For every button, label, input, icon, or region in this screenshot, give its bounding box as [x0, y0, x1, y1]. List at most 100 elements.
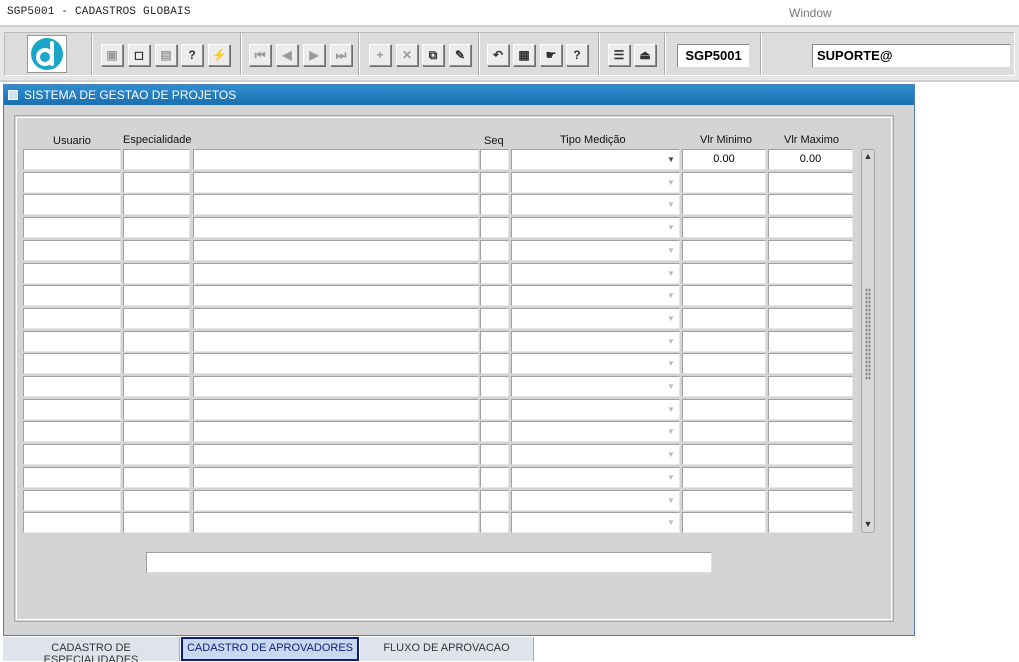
seq-field[interactable]: [480, 353, 509, 375]
grid-scrollbar[interactable]: ▲ ▼: [861, 149, 875, 533]
seq-field[interactable]: [480, 376, 509, 397]
especialidade-field[interactable]: [123, 239, 190, 261]
scroll-down-icon[interactable]: ▼: [862, 519, 874, 531]
vlr-minimo-field[interactable]: [682, 489, 766, 511]
especialidade-field[interactable]: [123, 489, 190, 511]
seq-field[interactable]: [480, 171, 509, 193]
vlr-maximo-field[interactable]: [768, 353, 853, 375]
chevron-down-icon[interactable]: ▼: [664, 242, 678, 259]
tipo-medicao-select[interactable]: ▼: [511, 262, 680, 284]
tab-fluxo-aprovacao[interactable]: FLUXO DE APROVACAO: [360, 637, 534, 661]
vlr-maximo-field[interactable]: [768, 285, 853, 307]
seq-field[interactable]: [480, 194, 509, 216]
tipo-medicao-select[interactable]: ▼: [511, 330, 680, 352]
seq-field[interactable]: [480, 239, 509, 261]
chevron-down-icon[interactable]: ▼: [664, 446, 678, 463]
list-values-button[interactable]: ☛: [540, 44, 562, 66]
tipo-medicao-select[interactable]: ▼: [511, 307, 680, 329]
usuario-field[interactable]: [23, 217, 121, 239]
vlr-maximo-field[interactable]: [768, 217, 853, 239]
vlr-maximo-field[interactable]: [768, 466, 853, 488]
help-button[interactable]: ?: [566, 44, 588, 66]
usuario-field[interactable]: [23, 512, 121, 534]
especialidade-field[interactable]: [123, 149, 190, 170]
scroll-thumb[interactable]: [865, 288, 871, 380]
seq-field[interactable]: [480, 217, 509, 239]
chevron-down-icon[interactable]: ▼: [664, 265, 678, 282]
chevron-down-icon[interactable]: ▼: [664, 151, 678, 168]
vlr-minimo-field[interactable]: 0.00: [682, 149, 766, 170]
scroll-up-icon[interactable]: ▲: [862, 151, 874, 163]
vlr-minimo-field[interactable]: [682, 444, 766, 466]
usuario-field[interactable]: [23, 398, 121, 420]
usuario-field[interactable]: [23, 376, 121, 397]
especialidade-field[interactable]: [123, 171, 190, 193]
chevron-down-icon[interactable]: ▼: [664, 423, 678, 440]
vlr-maximo-field[interactable]: [768, 444, 853, 466]
descricao-field[interactable]: [193, 330, 479, 352]
chevron-down-icon[interactable]: ▼: [664, 378, 678, 395]
chevron-down-icon[interactable]: ▼: [664, 401, 678, 418]
descricao-field[interactable]: [193, 398, 479, 420]
vlr-maximo-field[interactable]: [768, 398, 853, 420]
insert-record-button[interactable]: +: [369, 44, 391, 66]
vlr-minimo-field[interactable]: [682, 466, 766, 488]
usuario-field[interactable]: [23, 330, 121, 352]
next-record-button[interactable]: ▶: [303, 44, 325, 66]
menu-button[interactable]: ☰: [608, 44, 630, 66]
first-record-button[interactable]: ⏮: [249, 44, 271, 66]
usuario-field[interactable]: [23, 262, 121, 284]
tipo-medicao-select[interactable]: ▼: [511, 398, 680, 420]
chevron-down-icon[interactable]: ▼: [664, 355, 678, 372]
chevron-down-icon[interactable]: ▼: [664, 196, 678, 213]
duplicate-record-button[interactable]: ⧉: [422, 44, 444, 66]
delete-record-button[interactable]: ✕: [396, 44, 418, 66]
seq-field[interactable]: [480, 421, 509, 443]
save-button[interactable]: ▣: [101, 44, 123, 66]
tipo-medicao-select[interactable]: ▼: [511, 466, 680, 488]
descricao-field[interactable]: [193, 149, 479, 170]
descricao-field[interactable]: [193, 262, 479, 284]
vlr-minimo-field[interactable]: [682, 330, 766, 352]
usuario-field[interactable]: [23, 149, 121, 170]
descricao-field[interactable]: [193, 376, 479, 397]
tab-cadastro-aprovadores[interactable]: CADASTRO DE APROVADORES: [181, 637, 359, 661]
tipo-medicao-select[interactable]: ▼: [511, 217, 680, 239]
vlr-minimo-field[interactable]: [682, 262, 766, 284]
usuario-field[interactable]: [23, 489, 121, 511]
seq-field[interactable]: [480, 307, 509, 329]
tipo-medicao-select[interactable]: ▼: [511, 285, 680, 307]
chevron-down-icon[interactable]: ▼: [664, 174, 678, 191]
tipo-medicao-select[interactable]: ▼: [511, 353, 680, 375]
especialidade-field[interactable]: [123, 466, 190, 488]
vlr-maximo-field[interactable]: [768, 307, 853, 329]
especialidade-field[interactable]: [123, 398, 190, 420]
vlr-minimo-field[interactable]: [682, 285, 766, 307]
especialidade-field[interactable]: [123, 217, 190, 239]
vlr-maximo-field[interactable]: [768, 194, 853, 216]
chevron-down-icon[interactable]: ▼: [664, 469, 678, 486]
seq-field[interactable]: [480, 285, 509, 307]
clear-record-button[interactable]: ✎: [449, 44, 471, 66]
last-record-button[interactable]: ⏭: [330, 44, 352, 66]
seq-field[interactable]: [480, 489, 509, 511]
vlr-maximo-field[interactable]: [768, 489, 853, 511]
usuario-field[interactable]: [23, 307, 121, 329]
descricao-field[interactable]: [193, 466, 479, 488]
vlr-minimo-field[interactable]: [682, 239, 766, 261]
vlr-maximo-field[interactable]: [768, 262, 853, 284]
seq-field[interactable]: [480, 512, 509, 534]
clipboard-button[interactable]: ▦: [513, 44, 535, 66]
chevron-down-icon[interactable]: ▼: [664, 219, 678, 236]
usuario-field[interactable]: [23, 239, 121, 261]
undo-button[interactable]: ↶: [487, 44, 509, 66]
tab-cadastro-especialidades[interactable]: CADASTRO DE ESPECIALIDADES: [3, 637, 180, 662]
tipo-medicao-select[interactable]: ▼: [511, 194, 680, 216]
descricao-field[interactable]: [193, 512, 479, 534]
tipo-medicao-select[interactable]: ▼: [511, 171, 680, 193]
vlr-maximo-field[interactable]: [768, 171, 853, 193]
vlr-minimo-field[interactable]: [682, 194, 766, 216]
descricao-field[interactable]: [193, 421, 479, 443]
chevron-down-icon[interactable]: ▼: [664, 492, 678, 509]
vlr-minimo-field[interactable]: [682, 376, 766, 397]
